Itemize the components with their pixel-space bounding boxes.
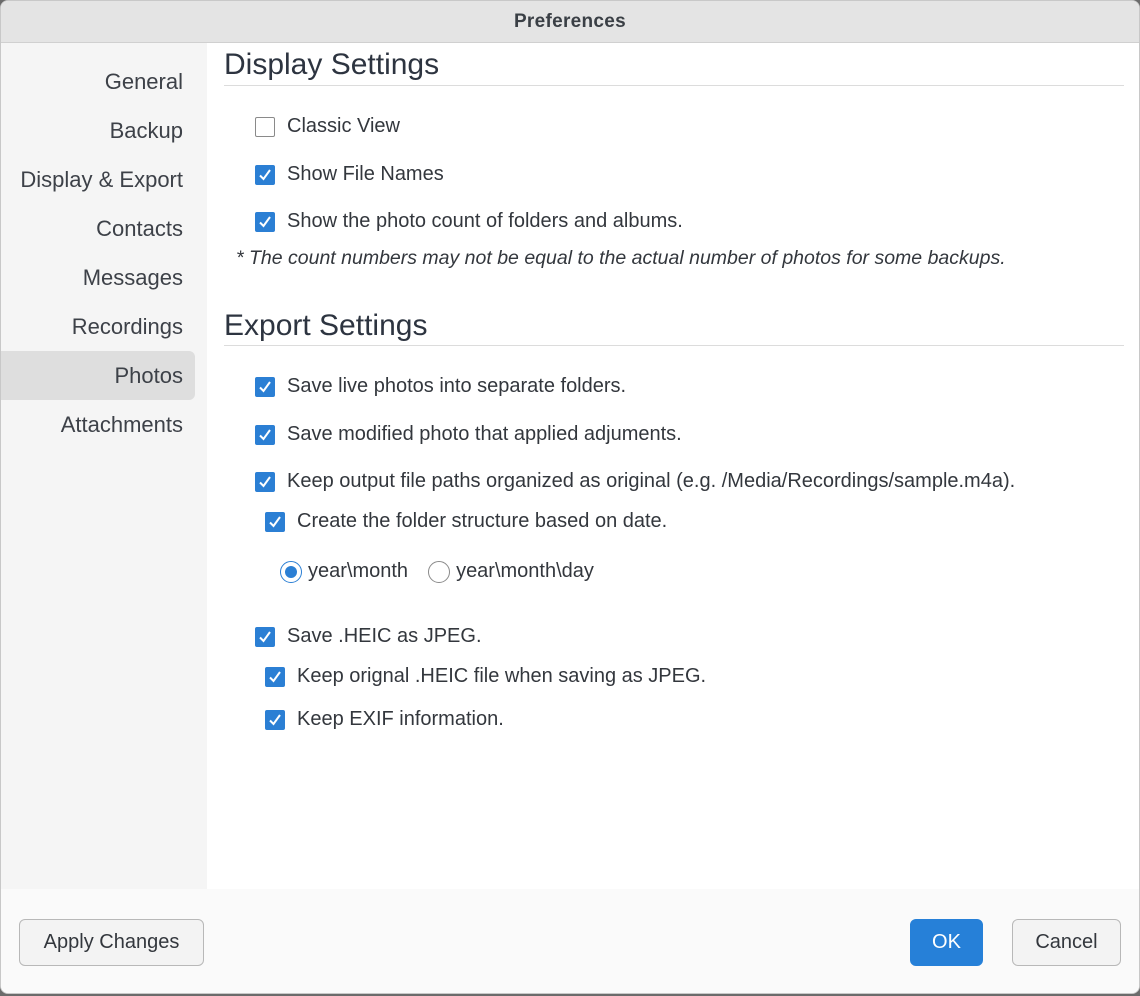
checkmark-icon	[259, 475, 271, 488]
checkmark-icon	[259, 630, 271, 643]
keep-output-paths-checkbox[interactable]	[255, 471, 275, 492]
radio-option-year-month[interactable]: year\month	[280, 560, 408, 583]
sidebar-item-attachments[interactable]: Attachments	[1, 400, 195, 449]
photo-count-note: * The count numbers may not be equal to …	[236, 247, 1006, 269]
radio-year-month[interactable]	[280, 560, 302, 583]
save-modified-photo-checkbox[interactable]	[255, 424, 275, 445]
classic-view-checkbox[interactable]	[255, 116, 275, 137]
keep-exif-option[interactable]: Keep EXIF information.	[265, 708, 504, 731]
dialog-footer: Apply Changes OK Cancel	[1, 889, 1139, 993]
show-photo-count-checkbox[interactable]	[255, 211, 275, 232]
sidebar-item-messages[interactable]: Messages	[1, 253, 195, 302]
checkmark-icon	[269, 713, 281, 726]
keep-output-paths-option[interactable]: Keep output file paths organized as orig…	[255, 470, 1015, 493]
save-heic-as-jpeg-checkbox[interactable]	[255, 626, 275, 647]
checkmark-icon	[259, 168, 271, 181]
radio-year-month-day-label: year\month\day	[456, 560, 594, 582]
show-file-names-label: Show File Names	[287, 163, 444, 185]
checkmark-icon	[269, 515, 281, 528]
preferences-window: Preferences General Backup Display & Exp…	[0, 0, 1140, 994]
create-folder-by-date-option[interactable]: Create the folder structure based on dat…	[265, 510, 667, 533]
classic-view-option[interactable]: Classic View	[255, 115, 400, 138]
sidebar-item-recordings[interactable]: Recordings	[1, 302, 195, 351]
cancel-button[interactable]: Cancel	[1012, 919, 1121, 966]
classic-view-label: Classic View	[287, 115, 400, 137]
save-modified-photo-option[interactable]: Save modified photo that applied adjumen…	[255, 423, 682, 446]
save-modified-photo-label: Save modified photo that applied adjumen…	[287, 423, 682, 445]
divider	[224, 85, 1124, 86]
display-settings-heading: Display Settings	[224, 48, 440, 81]
create-folder-by-date-checkbox[interactable]	[265, 511, 285, 532]
apply-changes-button[interactable]: Apply Changes	[19, 919, 204, 966]
checkmark-icon	[269, 670, 281, 683]
show-file-names-checkbox[interactable]	[255, 164, 275, 185]
keep-output-paths-label: Keep output file paths organized as orig…	[287, 470, 1016, 492]
save-heic-as-jpeg-option[interactable]: Save .HEIC as JPEG.	[255, 625, 482, 648]
save-live-photos-option[interactable]: Save live photos into separate folders.	[255, 375, 626, 398]
date-structure-radio-group: year\month year\month\day	[280, 560, 594, 583]
keep-original-heic-label: Keep orignal .HEIC file when saving as J…	[297, 665, 707, 687]
settings-panel: Display Settings Classic View Show File …	[207, 43, 1139, 889]
sidebar-item-photos[interactable]: Photos	[1, 351, 195, 400]
radio-option-year-month-day[interactable]: year\month\day	[428, 560, 594, 583]
divider	[224, 345, 1124, 346]
save-heic-as-jpeg-label: Save .HEIC as JPEG.	[287, 625, 482, 647]
show-photo-count-option[interactable]: Show the photo count of folders and albu…	[255, 210, 683, 233]
sidebar-item-general[interactable]: General	[1, 57, 195, 106]
show-photo-count-label: Show the photo count of folders and albu…	[287, 210, 683, 232]
export-settings-heading: Export Settings	[224, 309, 428, 342]
radio-year-month-day[interactable]	[428, 560, 451, 583]
checkmark-icon	[259, 380, 271, 393]
title-bar[interactable]: Preferences	[1, 1, 1139, 43]
sidebar-item-contacts[interactable]: Contacts	[1, 204, 195, 253]
radio-year-month-label: year\month	[308, 560, 409, 582]
save-live-photos-label: Save live photos into separate folders.	[287, 375, 627, 397]
show-file-names-option[interactable]: Show File Names	[255, 163, 444, 186]
checkmark-icon	[259, 215, 271, 228]
keep-original-heic-checkbox[interactable]	[265, 666, 285, 687]
window-title: Preferences	[513, 10, 627, 32]
keep-exif-checkbox[interactable]	[265, 709, 285, 730]
checkmark-icon	[259, 428, 271, 441]
create-folder-by-date-label: Create the folder structure based on dat…	[297, 510, 668, 532]
sidebar: General Backup Display & Export Contacts…	[1, 43, 207, 889]
keep-exif-label: Keep EXIF information.	[297, 708, 504, 730]
keep-original-heic-option[interactable]: Keep orignal .HEIC file when saving as J…	[265, 665, 706, 688]
save-live-photos-checkbox[interactable]	[255, 376, 275, 397]
sidebar-item-backup[interactable]: Backup	[1, 106, 195, 155]
sidebar-item-display-export[interactable]: Display & Export	[1, 155, 195, 204]
ok-button[interactable]: OK	[910, 919, 983, 966]
